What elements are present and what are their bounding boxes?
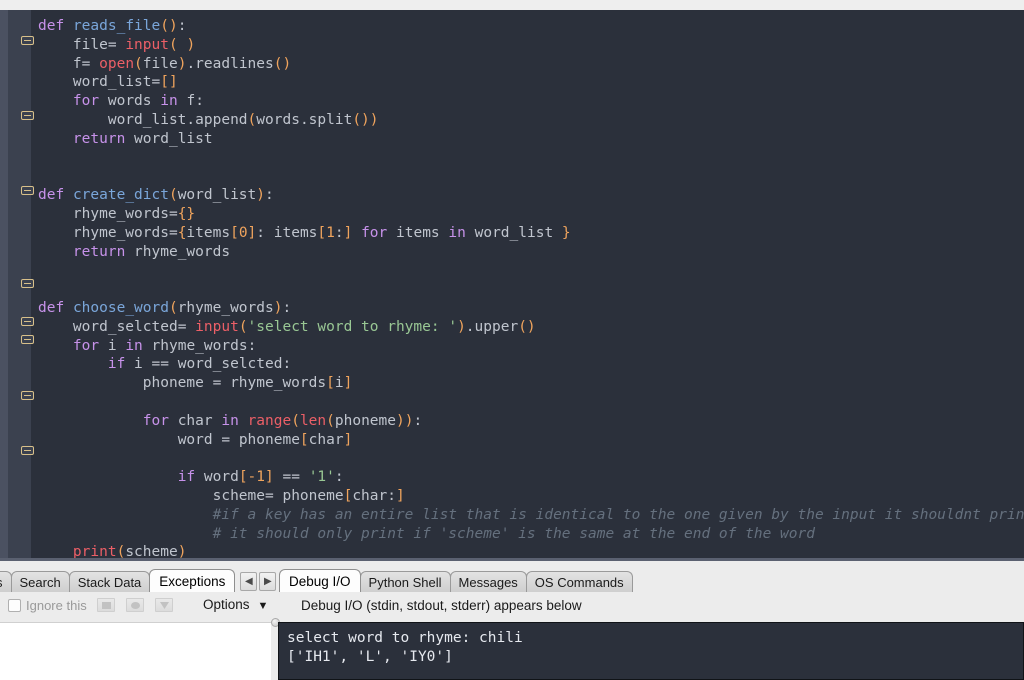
tab-messages[interactable]: Messages [449, 571, 527, 592]
options-menu-button[interactable]: Options ▼ [203, 597, 268, 612]
ide-window: def reads_file(): file= input( ) f= open… [0, 0, 1024, 680]
code-line: print(scheme) [72, 544, 187, 558]
code-line: rhyme_words={items[0]: items[1:] for ite… [72, 224, 571, 241]
editor-outer-margin [0, 10, 8, 558]
code-text[interactable]: def reads_file(): file= input( ) f= open… [31, 10, 1024, 558]
bottom-tabstrip: s Search Stack Data Exceptions ◀ ▶ ▼ Deb… [0, 569, 1024, 593]
code-line: f= open(file).readlines() [72, 55, 292, 72]
options-label: Options [203, 597, 250, 612]
tab-nav-buttons: ◀ ▶ [240, 571, 277, 592]
step-out-icon[interactable] [155, 598, 173, 612]
code-line: word_list.append(words.split()) [107, 111, 379, 128]
code-line: scheme= phoneme[char:] [212, 487, 405, 504]
tab-os-commands[interactable]: OS Commands [525, 571, 633, 592]
prev-tab-icon[interactable]: ◀ [240, 572, 258, 591]
console-line: select word to rhyme: chili [287, 630, 523, 646]
code-line: word_list=[] [72, 74, 178, 91]
code-line: #if a key has an entire list that is ide… [212, 506, 1024, 523]
code-line: phoneme = rhyme_words[i] [142, 375, 353, 392]
code-line: def choose_word(rhyme_words): [38, 299, 292, 316]
tab-tools-clipped[interactable]: s [0, 571, 12, 592]
exception-step-icons [97, 598, 173, 612]
code-line: if word[-1] == '1': [177, 469, 344, 486]
exceptions-toolbar: Ignore this Options ▼ Debug I/O (stdin, s… [0, 594, 1024, 622]
ignore-this-label: Ignore this [26, 598, 87, 613]
step-over-icon[interactable] [126, 598, 144, 612]
bottom-panel: s Search Stack Data Exceptions ◀ ▶ ▼ Deb… [0, 561, 1024, 680]
tab-python-shell[interactable]: Python Shell [359, 571, 451, 592]
tab-stack-data[interactable]: Stack Data [68, 571, 151, 592]
left-tab-group: s Search Stack Data Exceptions ◀ ▶ ▼ [0, 569, 296, 592]
exceptions-list-pane[interactable] [0, 622, 271, 680]
bottom-lower-split: select word to rhyme: chili ['IH1', 'L', … [0, 618, 1024, 680]
code-line: def create_dict(word_list): [38, 187, 274, 204]
debug-io-hint: Debug I/O (stdin, stdout, stderr) appear… [301, 598, 582, 613]
console-line: ['IH1', 'L', 'IY0'] [287, 648, 453, 665]
ignore-this-control[interactable]: Ignore this [8, 598, 87, 613]
code-line: if i == word_selcted: [107, 356, 292, 373]
code-line: # it should only print if 'scheme' is th… [212, 525, 815, 542]
code-line: return word_list [72, 130, 213, 147]
code-line: for char in range(len(phoneme)): [142, 412, 423, 429]
right-tab-group: Debug I/O Python Shell Messages OS Comma… [279, 569, 633, 592]
debug-io-console[interactable]: select word to rhyme: chili ['IH1', 'L', … [278, 622, 1024, 680]
code-line: word_selcted= input('select word to rhym… [72, 318, 536, 335]
code-line: for words in f: [72, 93, 204, 110]
window-top-strip [0, 0, 1024, 10]
code-line: return rhyme_words [72, 243, 231, 260]
chevron-down-icon: ▼ [257, 600, 269, 612]
next-tab-icon[interactable]: ▶ [259, 572, 277, 591]
tab-exceptions[interactable]: Exceptions [149, 569, 236, 592]
code-line: def reads_file(): [38, 18, 187, 34]
ignore-this-checkbox[interactable] [8, 599, 21, 612]
console-output: select word to rhyme: chili ['IH1', 'L', … [279, 623, 1023, 666]
tab-debug-io[interactable]: Debug I/O [279, 569, 361, 592]
code-line: word = phoneme[char] [177, 431, 353, 448]
tab-search[interactable]: Search [10, 571, 70, 592]
code-editor[interactable]: def reads_file(): file= input( ) f= open… [0, 10, 1024, 558]
code-line: file= input( ) [72, 36, 196, 53]
editor-fold-gutter[interactable] [8, 10, 34, 558]
code-line: rhyme_words={} [72, 205, 196, 222]
code-line: for i in rhyme_words: [72, 337, 257, 354]
step-into-icon[interactable] [97, 598, 115, 612]
